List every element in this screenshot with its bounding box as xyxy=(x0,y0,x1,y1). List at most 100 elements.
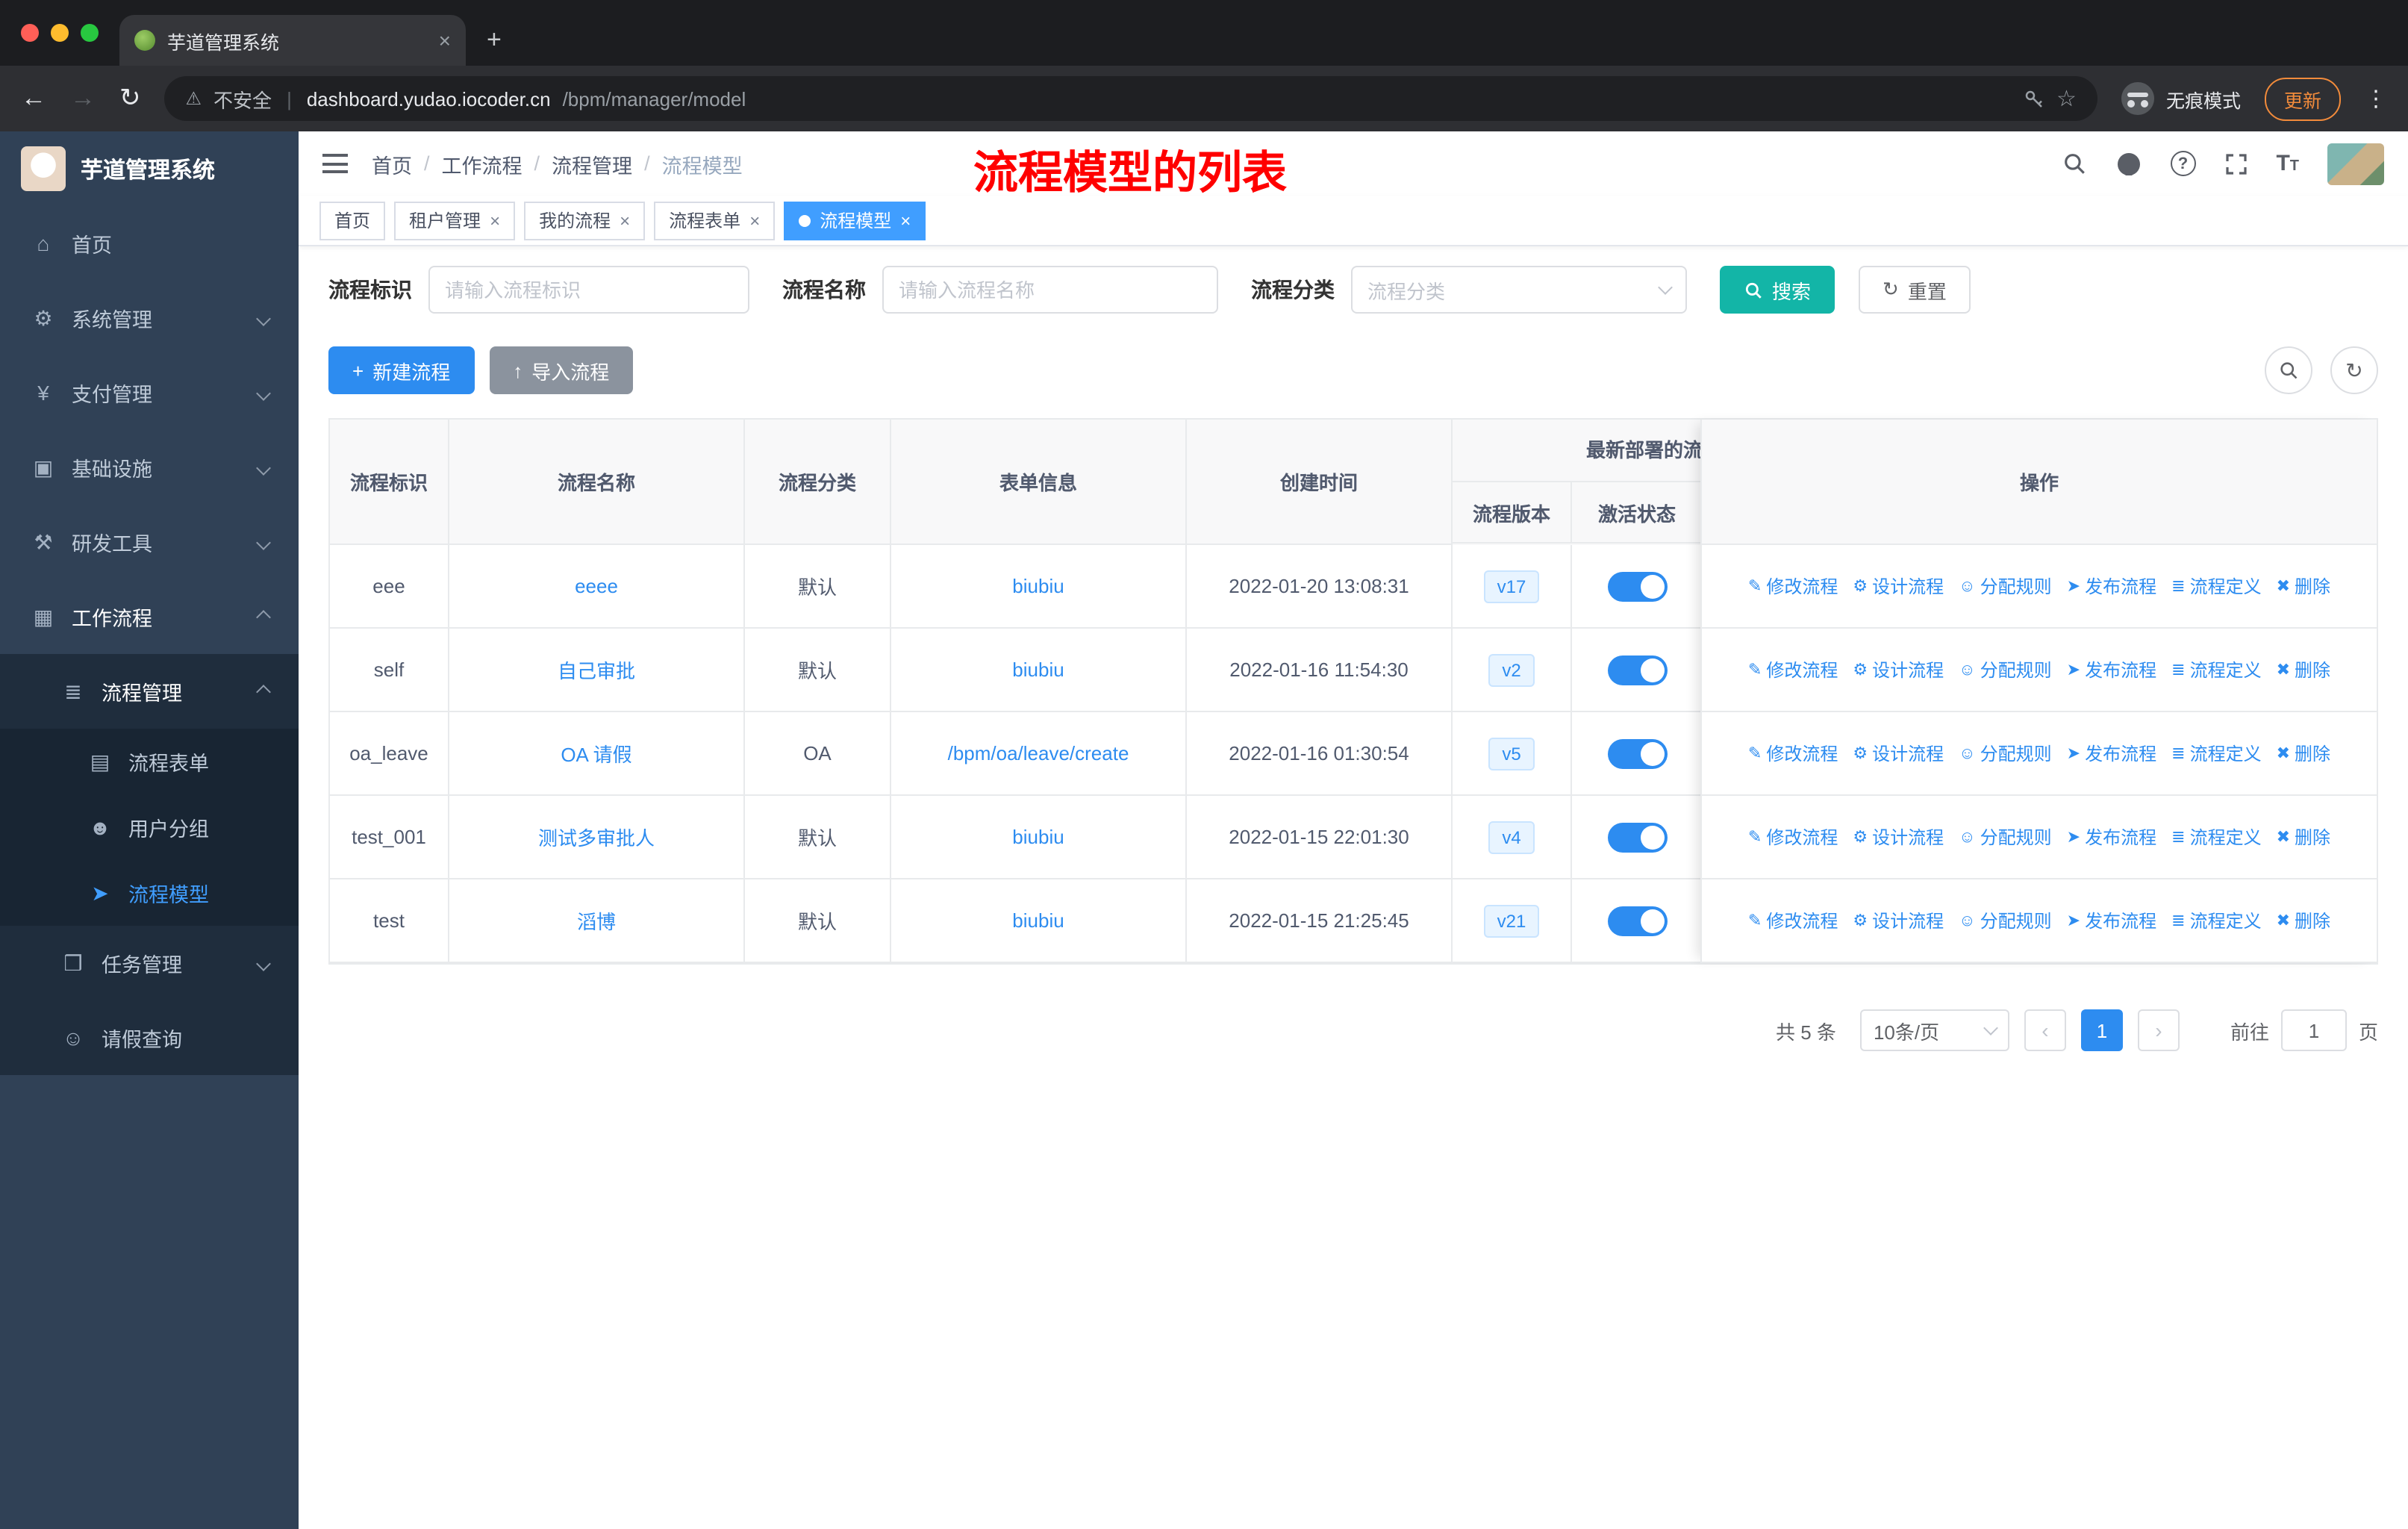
sidebar-item-process-management[interactable]: ≣ 流程管理 xyxy=(0,654,299,729)
process-name-input[interactable] xyxy=(882,266,1218,314)
action-design-process[interactable]: ⚙ 设计流程 xyxy=(1853,573,1944,599)
sidebar-item-workflow[interactable]: ▦ 工作流程 xyxy=(0,579,299,654)
form-info-link[interactable]: biubiu xyxy=(1012,658,1064,681)
action-process-definition[interactable]: ≣ 流程定义 xyxy=(2171,741,2261,766)
current-page-button[interactable]: 1 xyxy=(2080,1009,2123,1051)
window-minimize-button[interactable] xyxy=(51,24,69,42)
form-info-link[interactable]: biubiu xyxy=(1012,909,1064,932)
reset-button[interactable]: ↻ 重置 xyxy=(1859,266,1971,314)
sidebar-item-dev-tools[interactable]: ⚒ 研发工具 xyxy=(0,505,299,579)
search-icon[interactable] xyxy=(2061,151,2086,176)
process-name-link[interactable]: 自己审批 xyxy=(558,655,635,684)
address-bar[interactable]: ⚠ 不安全 | dashboard.yudao.iocoder.cn /bpm/… xyxy=(164,76,2097,121)
close-icon[interactable]: × xyxy=(490,210,500,231)
forward-button[interactable]: → xyxy=(70,84,96,113)
collapse-sidebar-icon[interactable] xyxy=(322,154,348,173)
tag-process-model[interactable]: 流程模型 × xyxy=(784,201,926,240)
action-assign-rules[interactable]: ☺ 分配规则 xyxy=(1959,908,2052,933)
refresh-table-button[interactable]: ↻ xyxy=(2330,346,2378,394)
sidebar-item-system-management[interactable]: ⚙ 系统管理 xyxy=(0,281,299,355)
action-delete[interactable]: ✖ 删除 xyxy=(2277,573,2330,599)
tag-home[interactable]: 首页 xyxy=(319,201,386,240)
action-design-process[interactable]: ⚙ 设计流程 xyxy=(1853,908,1944,933)
action-assign-rules[interactable]: ☺ 分配规则 xyxy=(1959,573,2052,599)
action-assign-rules[interactable]: ☺ 分配规则 xyxy=(1959,824,2052,850)
action-process-definition[interactable]: ≣ 流程定义 xyxy=(2171,573,2261,599)
sidebar-item-user-group[interactable]: ☻ 用户分组 xyxy=(0,794,299,860)
new-tab-button[interactable]: + xyxy=(487,25,502,55)
process-name-link[interactable]: OA 请假 xyxy=(561,739,631,767)
create-process-button[interactable]: + 新建流程 xyxy=(328,346,475,394)
browser-update-button[interactable]: 更新 xyxy=(2264,77,2341,120)
sidebar-item-process-model[interactable]: ➤ 流程模型 xyxy=(0,860,299,926)
action-delete[interactable]: ✖ 删除 xyxy=(2277,657,2330,682)
action-modify-process[interactable]: ✎ 修改流程 xyxy=(1748,824,1838,850)
action-delete[interactable]: ✖ 删除 xyxy=(2277,908,2330,933)
action-assign-rules[interactable]: ☺ 分配规则 xyxy=(1959,657,2052,682)
action-design-process[interactable]: ⚙ 设计流程 xyxy=(1853,824,1944,850)
action-modify-process[interactable]: ✎ 修改流程 xyxy=(1748,657,1838,682)
action-publish-process[interactable]: ➤ 发布流程 xyxy=(2067,824,2156,850)
tag-process-form[interactable]: 流程表单 × xyxy=(654,201,776,240)
tab-close-icon[interactable]: × xyxy=(439,28,451,52)
tag-tenant-management[interactable]: 租户管理 × xyxy=(394,201,516,240)
sidebar-item-infrastructure[interactable]: ▣ 基础设施 xyxy=(0,430,299,505)
browser-tab[interactable]: 芋道管理系统 × xyxy=(119,15,466,66)
active-status-toggle[interactable] xyxy=(1607,571,1667,601)
action-modify-process[interactable]: ✎ 修改流程 xyxy=(1748,908,1838,933)
form-info-link[interactable]: /bpm/oa/leave/create xyxy=(948,742,1129,764)
window-zoom-button[interactable] xyxy=(81,24,99,42)
browser-menu-icon[interactable]: ⋮ xyxy=(2365,85,2387,112)
close-icon[interactable]: × xyxy=(900,210,911,231)
action-assign-rules[interactable]: ☺ 分配规则 xyxy=(1959,741,2052,766)
user-avatar[interactable] xyxy=(2327,143,2384,184)
active-status-toggle[interactable] xyxy=(1607,822,1667,852)
action-modify-process[interactable]: ✎ 修改流程 xyxy=(1748,741,1838,766)
sidebar-item-leave-query[interactable]: ☺ 请假查询 xyxy=(0,1000,299,1075)
active-status-toggle[interactable] xyxy=(1607,738,1667,768)
category-select[interactable]: 流程分类 xyxy=(1351,266,1687,314)
action-delete[interactable]: ✖ 删除 xyxy=(2277,741,2330,766)
action-design-process[interactable]: ⚙ 设计流程 xyxy=(1853,741,1944,766)
sidebar-item-payment-management[interactable]: ¥ 支付管理 xyxy=(0,355,299,430)
action-modify-process[interactable]: ✎ 修改流程 xyxy=(1748,573,1838,599)
window-close-button[interactable] xyxy=(21,24,39,42)
sidebar-item-home[interactable]: ⌂ 首页 xyxy=(0,206,299,281)
fullscreen-icon[interactable] xyxy=(2224,152,2248,175)
help-icon[interactable]: ? xyxy=(2170,151,2196,176)
key-icon[interactable] xyxy=(2022,87,2044,110)
page-size-select[interactable]: 10条/页 xyxy=(1859,1009,2009,1051)
search-button[interactable]: 搜索 xyxy=(1720,266,1835,314)
action-process-definition[interactable]: ≣ 流程定义 xyxy=(2171,908,2261,933)
back-button[interactable]: ← xyxy=(21,84,46,113)
prev-page-button[interactable]: ‹ xyxy=(2024,1009,2066,1051)
process-id-input[interactable] xyxy=(428,266,749,314)
goto-page-input[interactable] xyxy=(2280,1009,2347,1051)
action-process-definition[interactable]: ≣ 流程定义 xyxy=(2171,824,2261,850)
next-page-button[interactable]: › xyxy=(2137,1009,2180,1051)
breadcrumb-item[interactable]: 工作流程 xyxy=(442,149,523,178)
action-publish-process[interactable]: ➤ 发布流程 xyxy=(2067,657,2156,682)
bookmark-star-icon[interactable]: ☆ xyxy=(2056,85,2077,112)
active-status-toggle[interactable] xyxy=(1607,906,1667,935)
font-size-icon[interactable]: TT xyxy=(2276,151,2299,176)
action-process-definition[interactable]: ≣ 流程定义 xyxy=(2171,657,2261,682)
action-delete[interactable]: ✖ 删除 xyxy=(2277,824,2330,850)
form-info-link[interactable]: biubiu xyxy=(1012,826,1064,848)
action-design-process[interactable]: ⚙ 设计流程 xyxy=(1853,657,1944,682)
sidebar-item-task-management[interactable]: ❒ 任务管理 xyxy=(0,926,299,1000)
tag-my-process[interactable]: 我的流程 × xyxy=(524,201,646,240)
form-info-link[interactable]: biubiu xyxy=(1012,575,1064,597)
action-publish-process[interactable]: ➤ 发布流程 xyxy=(2067,741,2156,766)
github-icon[interactable] xyxy=(2115,150,2142,177)
close-icon[interactable]: × xyxy=(749,210,760,231)
close-icon[interactable]: × xyxy=(620,210,630,231)
show-search-toggle-button[interactable] xyxy=(2265,346,2312,394)
process-name-link[interactable]: 测试多审批人 xyxy=(538,823,655,851)
action-publish-process[interactable]: ➤ 发布流程 xyxy=(2067,908,2156,933)
process-name-link[interactable]: 滔博 xyxy=(577,906,616,935)
reload-button[interactable]: ↻ xyxy=(119,84,141,113)
action-publish-process[interactable]: ➤ 发布流程 xyxy=(2067,573,2156,599)
breadcrumb-item[interactable]: 流程管理 xyxy=(552,149,632,178)
active-status-toggle[interactable] xyxy=(1607,655,1667,685)
